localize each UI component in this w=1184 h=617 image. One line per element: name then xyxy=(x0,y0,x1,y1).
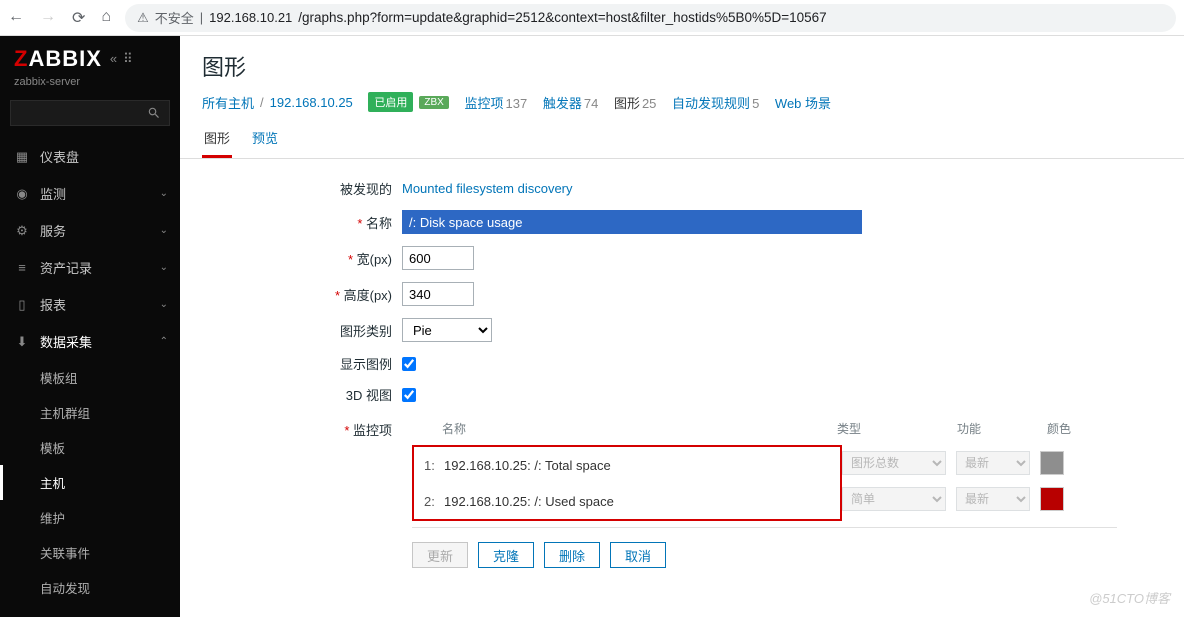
discovered-label: 被发现的 xyxy=(202,179,402,198)
sidebar-item-inventory[interactable]: ≡ 资产记录 ⌄ xyxy=(0,249,180,286)
forward-icon[interactable]: → xyxy=(40,8,56,28)
col-color: 颜色 xyxy=(1047,420,1097,437)
services-icon: ⚙ xyxy=(14,223,30,239)
items-grid: 名称 类型 功能 颜色 1: 192.168.10.25: /: Total s… xyxy=(412,416,1117,528)
dashboard-icon: ▦ xyxy=(14,149,30,165)
home-icon[interactable]: ⌂ xyxy=(101,8,111,28)
delete-button[interactable]: 删除 xyxy=(544,542,600,568)
view3d-checkbox[interactable] xyxy=(402,388,416,402)
col-fn: 功能 xyxy=(957,420,1047,437)
item-row-2: 2: 192.168.10.25: /: Used space xyxy=(414,483,840,519)
sidebar-item-reports[interactable]: ▯ 报表 ⌄ xyxy=(0,286,180,323)
reload-icon[interactable]: ⟳ xyxy=(72,8,85,28)
collapse-icon[interactable]: « xyxy=(110,51,117,67)
chevron-down-icon: ⌄ xyxy=(160,299,168,310)
insecure-label: 不安全 xyxy=(155,8,194,27)
tab-preview[interactable]: 预览 xyxy=(250,120,280,158)
items-highlight-box: 1: 192.168.10.25: /: Total space 2: 192.… xyxy=(412,445,842,521)
main-content: 图形 所有主机 / 192.168.10.25 已启用 ZBX 监控项137 触… xyxy=(180,36,1184,617)
clone-button[interactable]: 克隆 xyxy=(478,542,534,568)
back-icon[interactable]: ← xyxy=(8,8,24,28)
legend-label: 显示图例 xyxy=(202,354,402,373)
name-input[interactable] xyxy=(402,210,862,234)
items-label: 监控项 xyxy=(202,416,402,439)
sub-template-groups[interactable]: 模板组 xyxy=(0,360,180,395)
search-icon xyxy=(147,106,161,120)
bc-discovery[interactable]: 自动发现规则 xyxy=(672,96,750,111)
sub-maintenance[interactable]: 维护 xyxy=(0,500,180,535)
fn-select-2: 最新 xyxy=(956,487,1030,511)
url-host: 192.168.10.21 xyxy=(209,10,292,25)
content-tabs: 图形 预览 xyxy=(180,120,1184,159)
address-bar[interactable]: ⚠ 不安全 | 192.168.10.21/graphs.php?form=up… xyxy=(125,4,1176,32)
item-name-1[interactable]: 192.168.10.25: /: Total space xyxy=(444,458,839,473)
sidebar: ZABBIX « ⠿ zabbix-server ▦ 仪表盘 ◉ 监测 ⌄ ⚙ … xyxy=(0,36,180,617)
eye-icon: ◉ xyxy=(14,186,30,202)
sidebar-item-services[interactable]: ⚙ 服务 ⌄ xyxy=(0,212,180,249)
watermark: @51CTO博客 xyxy=(1089,588,1170,607)
chevron-up-icon: ⌃ xyxy=(160,336,168,347)
url-path: /graphs.php?form=update&graphid=2512&con… xyxy=(298,10,826,25)
type-select[interactable]: Pie xyxy=(402,318,492,342)
update-button: 更新 xyxy=(412,542,468,568)
sub-hosts[interactable]: 主机 xyxy=(0,465,180,500)
sidebar-search[interactable] xyxy=(10,100,170,126)
bc-monitors[interactable]: 监控项 xyxy=(464,96,503,111)
sidebar-item-dashboard[interactable]: ▦ 仪表盘 xyxy=(0,138,180,175)
insecure-icon: ⚠ xyxy=(137,10,149,26)
menu-toggle-icon[interactable]: ⠿ xyxy=(123,51,133,67)
view3d-label: 3D 视图 xyxy=(202,385,402,404)
type-select-2: 简单 xyxy=(842,487,946,511)
item-row-1: 1: 192.168.10.25: /: Total space xyxy=(414,447,840,483)
zabbix-logo[interactable]: ZABBIX xyxy=(14,46,102,72)
sub-host-groups[interactable]: 主机群组 xyxy=(0,395,180,430)
bc-all-hosts[interactable]: 所有主机 xyxy=(202,93,254,112)
item-name-2[interactable]: 192.168.10.25: /: Used space xyxy=(444,494,839,509)
chevron-down-icon: ⌄ xyxy=(160,262,168,273)
color-swatch-1[interactable] xyxy=(1040,451,1064,475)
height-label: 高度(px) xyxy=(202,285,402,304)
width-label: 宽(px) xyxy=(202,249,402,268)
legend-checkbox[interactable] xyxy=(402,357,416,371)
color-swatch-2[interactable] xyxy=(1040,487,1064,511)
sub-correlation[interactable]: 关联事件 xyxy=(0,535,180,570)
type-select-1: 图形总数 xyxy=(842,451,946,475)
discovered-link[interactable]: Mounted filesystem discovery xyxy=(402,181,573,196)
width-input[interactable] xyxy=(402,246,474,270)
col-name: 名称 xyxy=(442,420,837,437)
fn-select-1: 最新 xyxy=(956,451,1030,475)
page-title: 图形 xyxy=(180,36,1184,92)
sidebar-item-monitoring[interactable]: ◉ 监测 ⌄ xyxy=(0,175,180,212)
col-type: 类型 xyxy=(837,420,957,437)
graph-form: 被发现的 Mounted filesystem discovery 名称 宽(p… xyxy=(180,159,1184,588)
button-row: 更新 克隆 删除 取消 xyxy=(412,542,1162,568)
bc-triggers[interactable]: 触发器 xyxy=(543,96,582,111)
tab-graph[interactable]: 图形 xyxy=(202,120,232,158)
server-name: zabbix-server xyxy=(0,76,180,96)
report-icon: ▯ xyxy=(14,297,30,313)
bc-web[interactable]: Web 场景 xyxy=(775,93,831,112)
chevron-down-icon: ⌄ xyxy=(160,188,168,199)
list-icon: ≡ xyxy=(14,260,30,275)
cancel-button[interactable]: 取消 xyxy=(610,542,666,568)
enabled-badge: 已启用 xyxy=(368,92,413,112)
sub-discovery[interactable]: 自动发现 xyxy=(0,570,180,605)
zbx-badge: ZBX xyxy=(419,96,448,109)
sidebar-item-data-collection[interactable]: ⬇ 数据采集 ⌃ xyxy=(0,323,180,360)
sub-templates[interactable]: 模板 xyxy=(0,430,180,465)
download-icon: ⬇ xyxy=(14,334,30,350)
bc-host[interactable]: 192.168.10.25 xyxy=(270,95,353,110)
chevron-down-icon: ⌄ xyxy=(160,225,168,236)
name-label: 名称 xyxy=(202,213,402,232)
bc-graphs: 图形 xyxy=(614,96,640,111)
breadcrumb: 所有主机 / 192.168.10.25 已启用 ZBX 监控项137 触发器7… xyxy=(180,92,1184,120)
type-label: 图形类别 xyxy=(202,321,402,340)
height-input[interactable] xyxy=(402,282,474,306)
browser-toolbar: ← → ⟳ ⌂ ⚠ 不安全 | 192.168.10.21/graphs.php… xyxy=(0,0,1184,36)
